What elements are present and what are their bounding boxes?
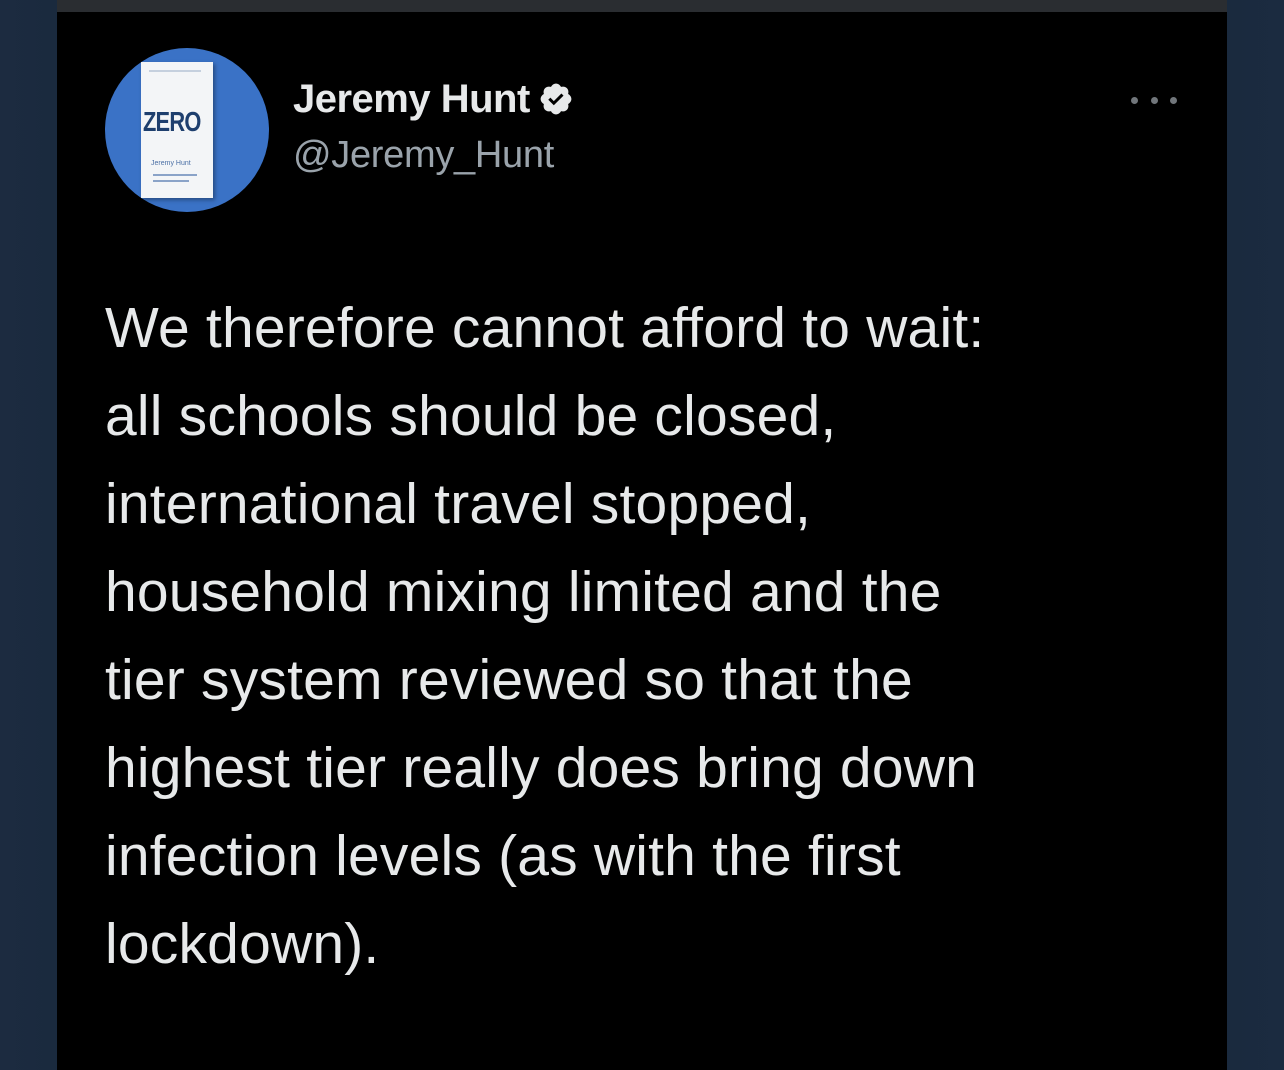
avatar[interactable]: ZERO Jeremy Hunt bbox=[105, 48, 269, 212]
verified-badge-icon bbox=[540, 83, 572, 115]
book-title: ZERO bbox=[143, 106, 201, 137]
book-cover-icon: ZERO Jeremy Hunt bbox=[141, 62, 213, 198]
author-name-row[interactable]: Jeremy Hunt bbox=[293, 76, 574, 122]
tweet-card[interactable]: ZERO Jeremy Hunt Jeremy Hunt @Jeremy_Hun… bbox=[57, 12, 1227, 1070]
book-author: Jeremy Hunt bbox=[151, 160, 191, 167]
author-handle[interactable]: @Jeremy_Hunt bbox=[293, 134, 554, 177]
top-divider bbox=[57, 0, 1227, 12]
author-display-name[interactable]: Jeremy Hunt bbox=[293, 77, 530, 122]
tweet-text: We therefore cannot afford to wait: all … bbox=[105, 296, 985, 976]
more-options-icon[interactable] bbox=[1131, 90, 1177, 110]
